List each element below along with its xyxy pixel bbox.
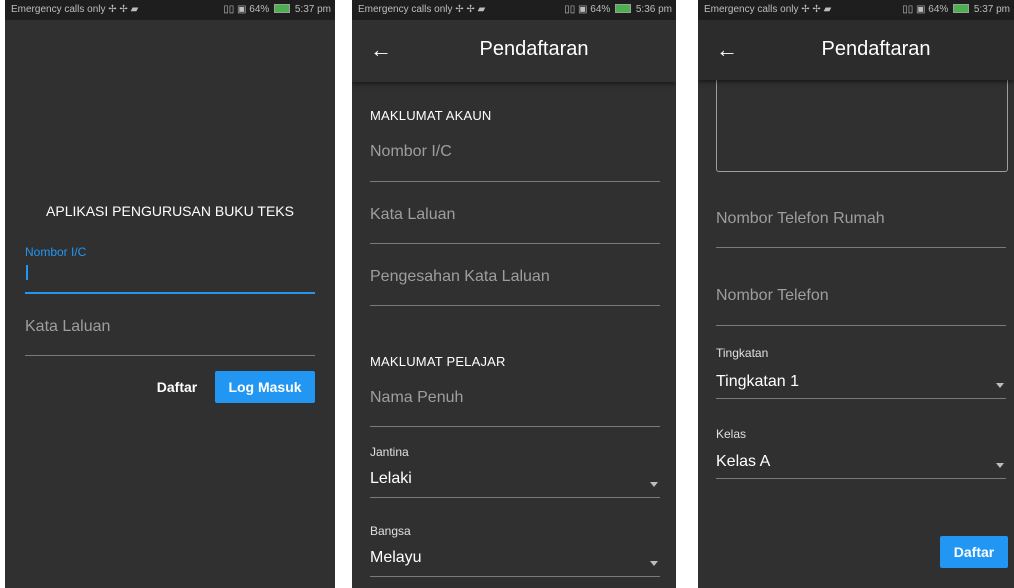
account-section-heading: MAKLUMAT AKAUN [370, 108, 492, 123]
student-section-heading: MAKLUMAT PELAJAR [370, 354, 506, 369]
class-value: Kelas A [716, 453, 771, 470]
password-underline [25, 355, 315, 356]
home-phone-underline [716, 247, 1006, 248]
password-input[interactable]: Kata Laluan [370, 206, 660, 224]
chevron-down-icon [996, 463, 1004, 468]
form-dropdown[interactable]: Tingkatan 1 [716, 373, 1006, 399]
status-carrier: Emergency calls only ✢ ✢ ▰ [704, 4, 832, 15]
phone-underline [716, 325, 1006, 326]
login-screen: Emergency calls only ✢ ✢ ▰ ▯▯ ▣ 64% 5:37… [5, 0, 335, 588]
chevron-down-icon [996, 383, 1004, 388]
race-underline [370, 576, 660, 577]
gender-value: Lelaki [370, 470, 412, 487]
register-button[interactable]: Daftar [145, 371, 209, 403]
submit-register-button[interactable]: Daftar [940, 536, 1008, 568]
status-indicators: ▯▯ ▣ 64% 5:37 pm [223, 3, 331, 15]
confirm-password-input[interactable]: Pengesahan Kata Laluan [370, 268, 660, 286]
page-title: Pendaftaran [821, 38, 931, 60]
ic-field-label: Nombor I/C [25, 245, 87, 259]
race-value: Melayu [370, 549, 422, 566]
gender-label: Jantina [370, 445, 409, 459]
register-screen-top: Emergency calls only ✢ ✢ ▰ ▯▯ ▣ 64% 5:36… [352, 0, 676, 588]
gender-dropdown[interactable]: Lelaki [370, 470, 660, 496]
home-phone-input[interactable]: Nombor Telefon Rumah [716, 210, 1006, 228]
class-label: Kelas [716, 427, 747, 441]
app-bar: ← Pendaftaran [352, 20, 676, 82]
password-underline [370, 243, 660, 244]
race-dropdown[interactable]: Melayu [370, 549, 660, 575]
battery-icon [615, 3, 632, 13]
status-carrier: Emergency calls only ✢ ✢ ▰ [11, 4, 139, 15]
fullname-underline [370, 426, 660, 427]
page-title: Pendaftaran [479, 38, 589, 60]
app-bar: ← Pendaftaran [698, 20, 1014, 80]
status-indicators: ▯▯ ▣ 64% 5:36 pm [564, 3, 672, 15]
status-bar: Emergency calls only ✢ ✢ ▰ ▯▯ ▣ 64% 5:37… [698, 0, 1014, 20]
chevron-down-icon [650, 561, 658, 566]
form-label: Tingkatan [716, 346, 769, 360]
status-bar: Emergency calls only ✢ ✢ ▰ ▯▯ ▣ 64% 5:37… [5, 0, 335, 20]
battery-icon [953, 3, 970, 13]
ic-input[interactable] [25, 260, 315, 294]
ic-underline [370, 181, 660, 182]
confirm-password-underline [370, 305, 660, 306]
battery-icon [274, 3, 291, 13]
ic-input-underline [25, 292, 315, 294]
status-indicators: ▯▯ ▣ 64% 5:37 pm [902, 3, 1010, 15]
chevron-down-icon [650, 482, 658, 487]
race-label: Bangsa [370, 524, 411, 538]
status-carrier: Emergency calls only ✢ ✢ ▰ [358, 4, 486, 15]
login-button[interactable]: Log Masuk [215, 371, 315, 403]
form-value: Tingkatan 1 [716, 373, 800, 390]
register-screen-bottom: Emergency calls only ✢ ✢ ▰ ▯▯ ▣ 64% 5:37… [698, 0, 1014, 588]
fullname-input[interactable]: Nama Penuh [370, 389, 660, 407]
gender-underline [370, 497, 660, 498]
class-dropdown[interactable]: Kelas A [716, 453, 1006, 479]
phone-input[interactable]: Nombor Telefon [716, 287, 1006, 305]
app-title: APLIKASI PENGURUSAN BUKU TEKS [46, 203, 294, 219]
form-underline [716, 398, 1006, 399]
class-underline [716, 478, 1006, 479]
ic-input[interactable]: Nombor I/C [370, 143, 660, 161]
password-input[interactable]: Kata Laluan [25, 318, 315, 336]
status-bar: Emergency calls only ✢ ✢ ▰ ▯▯ ▣ 64% 5:36… [352, 0, 676, 20]
